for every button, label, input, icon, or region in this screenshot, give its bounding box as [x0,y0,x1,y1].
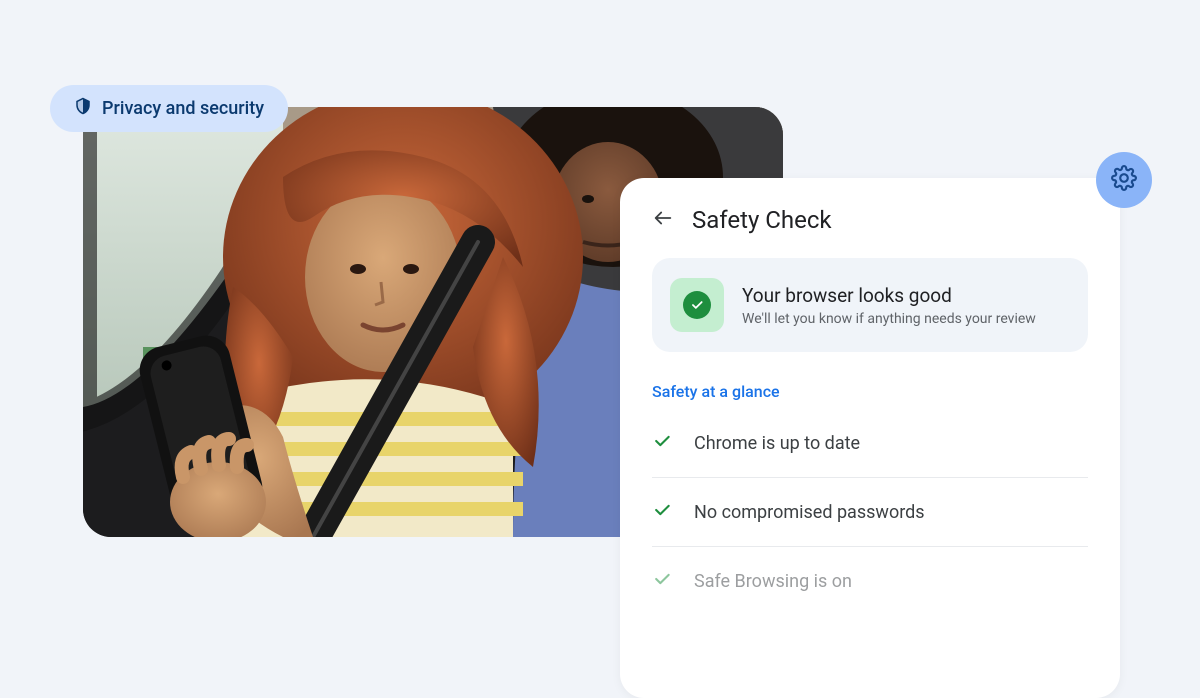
shield-icon [74,97,92,120]
check-item-label: Chrome is up to date [694,433,860,454]
check-icon [652,431,672,455]
check-icon [652,500,672,524]
safety-check-card: Safety Check Your browser looks good We'… [620,178,1120,698]
check-icon [652,569,672,593]
status-title: Your browser looks good [742,284,1036,307]
settings-button[interactable] [1096,152,1152,208]
check-item-label: Safe Browsing is on [694,571,852,592]
privacy-chip-label: Privacy and security [102,98,264,119]
section-label: Safety at a glance [652,382,1088,401]
arrow-left-icon [652,214,674,233]
check-item-update[interactable]: Chrome is up to date [652,409,1088,478]
check-circle-icon [683,291,711,319]
privacy-security-chip[interactable]: Privacy and security [50,85,288,132]
status-summary: Your browser looks good We'll let you kn… [652,258,1088,352]
check-item-label: No compromised passwords [694,502,925,523]
card-title: Safety Check [692,206,832,234]
status-subtitle: We'll let you know if anything needs you… [742,311,1036,327]
status-icon-container [670,278,724,332]
back-button[interactable] [652,207,674,233]
check-item-passwords[interactable]: No compromised passwords [652,478,1088,547]
check-item-safebrowsing[interactable]: Safe Browsing is on [652,547,1088,615]
status-text: Your browser looks good We'll let you kn… [742,284,1036,327]
gear-icon [1111,165,1137,195]
card-header: Safety Check [652,206,1088,234]
